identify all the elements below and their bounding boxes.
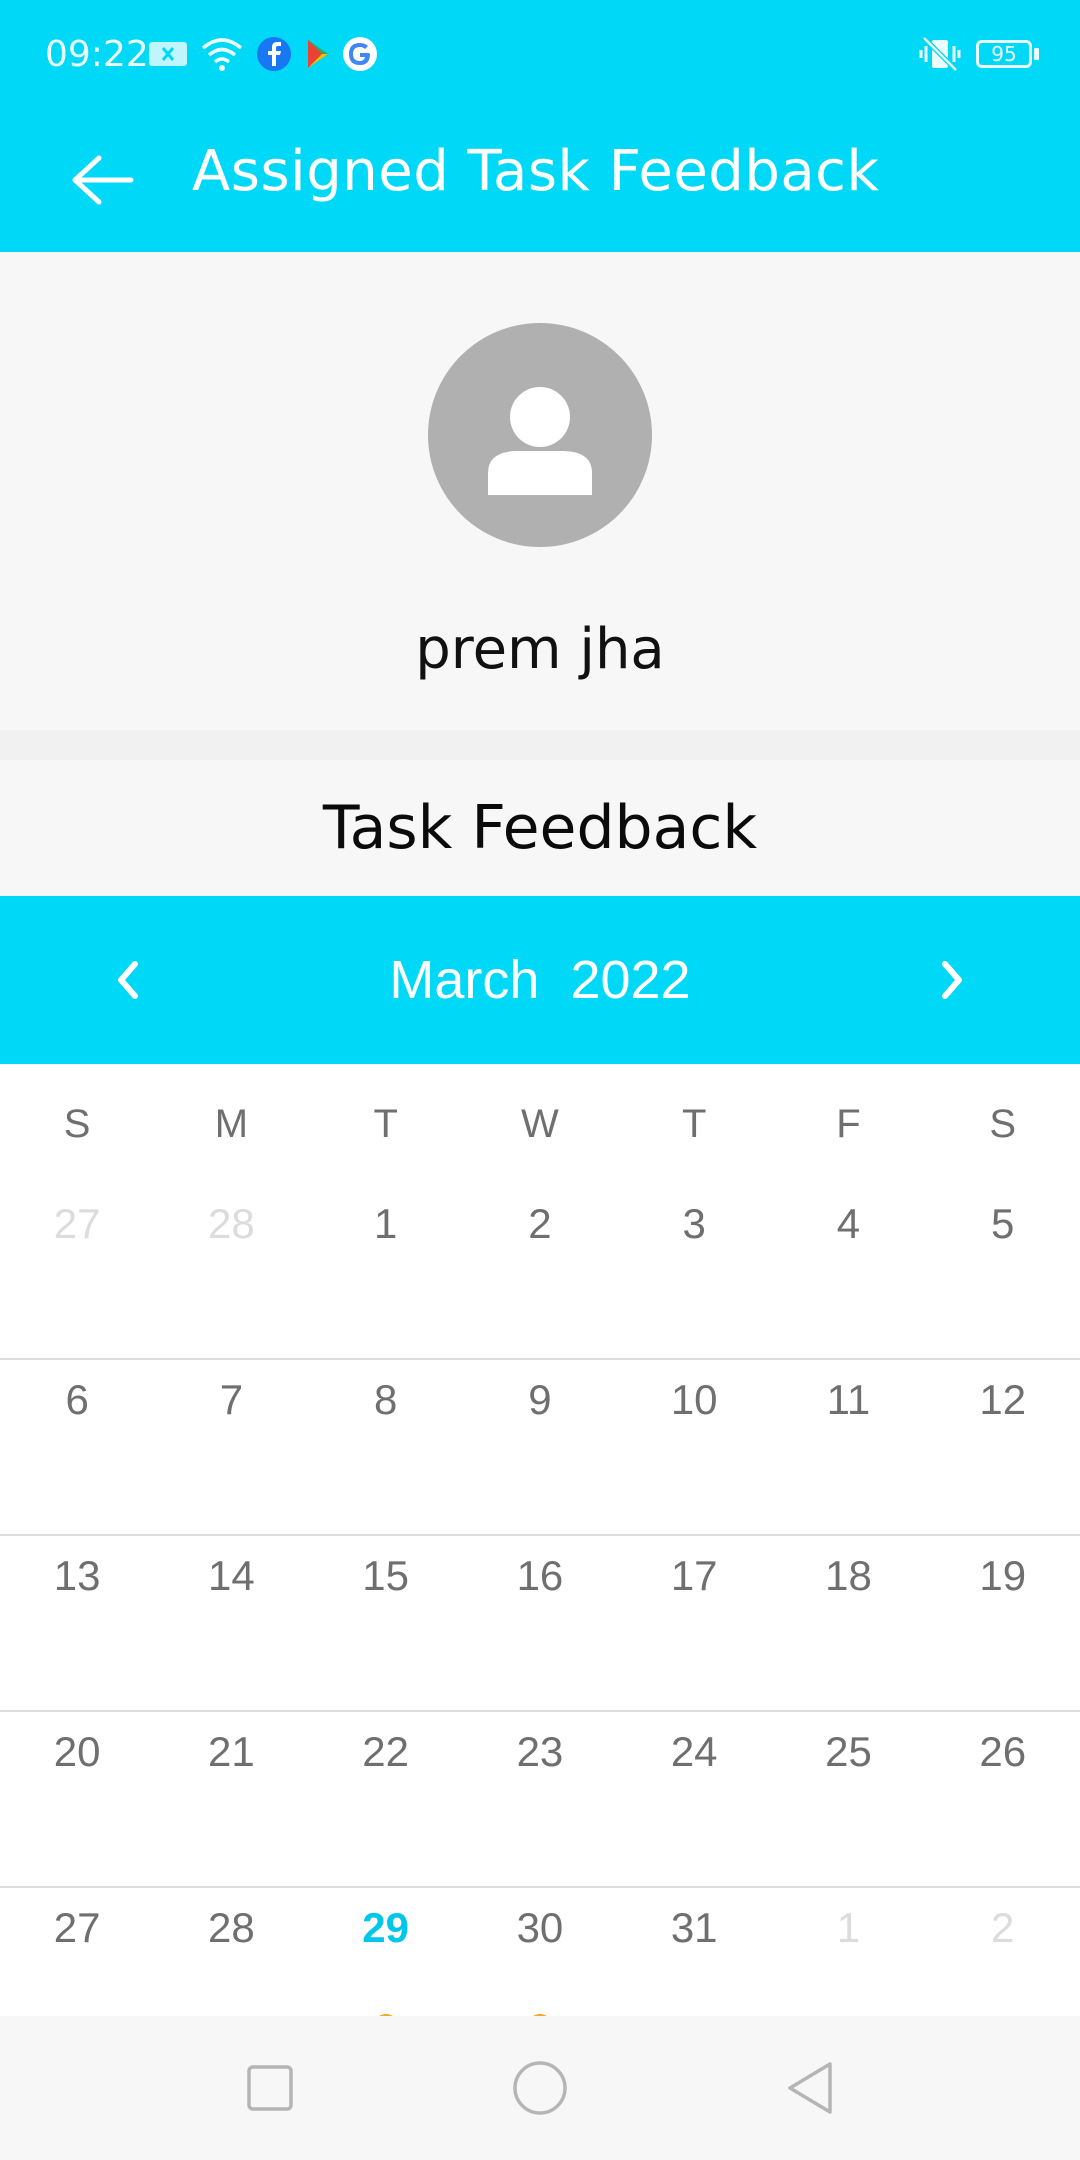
profile-card: prem jha xyxy=(0,252,1080,730)
battery-icon: 95 xyxy=(976,40,1032,68)
facebook-icon xyxy=(257,37,291,71)
avatar xyxy=(428,323,652,547)
weekday-mon: M xyxy=(214,1102,249,1146)
system-back-button[interactable] xyxy=(770,2048,850,2128)
calendar-day[interactable]: 20 xyxy=(0,1712,154,1886)
calendar-day[interactable]: 11 xyxy=(771,1360,925,1534)
calendar-day-number: 30 xyxy=(516,1904,564,1951)
calendar-header: March 2022 xyxy=(0,896,1080,1064)
calendar-month: March xyxy=(389,950,540,1010)
calendar-day[interactable]: 28 xyxy=(154,1888,308,2016)
weekday-fri: F xyxy=(836,1102,861,1146)
calendar-day[interactable]: 26 xyxy=(926,1712,1080,1886)
calendar-day-selected[interactable]: 29 xyxy=(309,1888,463,2016)
calendar-day[interactable]: 23 xyxy=(463,1712,617,1886)
calendar-day-number: 29 xyxy=(362,1904,410,1951)
calendar-day[interactable]: 25 xyxy=(771,1712,925,1886)
calendar-day[interactable]: 14 xyxy=(154,1536,308,1710)
profile-name: prem jha xyxy=(415,617,665,682)
calendar-day[interactable]: 21 xyxy=(154,1712,308,1886)
battery-level: 95 xyxy=(991,42,1017,66)
home-icon xyxy=(513,2061,567,2115)
page-title: Assigned Task Feedback xyxy=(192,139,880,204)
app-screen: 09:22 95 Assigned Task Feedback prem jha… xyxy=(0,0,1080,2160)
calendar-day[interactable]: 27 xyxy=(0,1184,154,1358)
calendar-year: 2022 xyxy=(570,950,691,1010)
weekday-tue: T xyxy=(373,1102,398,1146)
chevron-left-icon xyxy=(118,961,138,999)
calendar-day[interactable]: 7 xyxy=(154,1360,308,1534)
calendar-day[interactable]: 6 xyxy=(0,1360,154,1534)
calendar-week-5: 27 28 29 30 31 1 2 xyxy=(0,1888,1080,2016)
weekday-sat: S xyxy=(989,1102,1017,1146)
next-month-button[interactable] xyxy=(912,940,992,1020)
notification-x-icon xyxy=(149,42,187,66)
calendar-week-2: 6 7 8 9 10 11 12 xyxy=(0,1360,1080,1536)
calendar-week-3: 13 14 15 16 17 18 19 xyxy=(0,1536,1080,1712)
system-nav-bar xyxy=(0,2016,1080,2160)
weekday-row: S M T W T F S xyxy=(0,1064,1080,1184)
weekday-sun: S xyxy=(63,1102,91,1146)
app-bar: Assigned Task Feedback xyxy=(0,108,1080,252)
status-time: 09:22 xyxy=(45,34,149,75)
recent-apps-icon xyxy=(247,2065,293,2111)
calendar-day[interactable]: 3 xyxy=(617,1184,771,1358)
calendar-day[interactable]: 2 xyxy=(463,1184,617,1358)
vibrate-icon xyxy=(919,36,961,72)
weekday-wed: W xyxy=(521,1102,559,1146)
person-icon xyxy=(488,387,592,495)
calendar-day[interactable]: 22 xyxy=(309,1712,463,1886)
arrow-left-icon xyxy=(72,155,134,205)
status-bar: 09:22 95 xyxy=(0,0,1080,108)
recent-apps-button[interactable] xyxy=(230,2048,310,2128)
calendar-day[interactable]: 9 xyxy=(463,1360,617,1534)
chevron-right-icon xyxy=(942,961,962,999)
calendar-day[interactable]: 18 xyxy=(771,1536,925,1710)
calendar-day[interactable]: 13 xyxy=(0,1536,154,1710)
calendar-day[interactable]: 1 xyxy=(771,1888,925,2016)
section-divider xyxy=(0,730,1080,760)
google-icon xyxy=(343,37,377,71)
calendar-grid: S M T W T F S 27 28 1 2 3 4 5 6 7 8 9 10… xyxy=(0,1064,1080,2016)
calendar-day[interactable]: 28 xyxy=(154,1184,308,1358)
calendar-day[interactable]: 17 xyxy=(617,1536,771,1710)
back-triangle-icon xyxy=(788,2062,832,2114)
weekday-thu: T xyxy=(681,1102,707,1146)
previous-month-button[interactable] xyxy=(88,940,168,1020)
calendar-day[interactable]: 4 xyxy=(771,1184,925,1358)
home-button[interactable] xyxy=(500,2048,580,2128)
calendar-day[interactable]: 30 xyxy=(463,1888,617,2016)
calendar-day[interactable]: 27 xyxy=(0,1888,154,2016)
calendar-day[interactable]: 1 xyxy=(309,1184,463,1358)
calendar-day[interactable]: 16 xyxy=(463,1536,617,1710)
calendar-day[interactable]: 12 xyxy=(926,1360,1080,1534)
calendar-day[interactable]: 10 xyxy=(617,1360,771,1534)
calendar-day[interactable]: 19 xyxy=(926,1536,1080,1710)
calendar-day[interactable]: 2 xyxy=(926,1888,1080,2016)
section-title: Task Feedback xyxy=(322,793,758,863)
calendar-day[interactable]: 5 xyxy=(926,1184,1080,1358)
battery-tip xyxy=(1034,48,1039,60)
calendar-week-1: 27 28 1 2 3 4 5 xyxy=(0,1184,1080,1360)
wifi-icon xyxy=(201,38,243,71)
calendar-week-4: 20 21 22 23 24 25 26 xyxy=(0,1712,1080,1888)
calendar-day[interactable]: 8 xyxy=(309,1360,463,1534)
calendar-day[interactable]: 31 xyxy=(617,1888,771,2016)
task-feedback-header: Task Feedback xyxy=(0,760,1080,896)
calendar-day[interactable]: 24 xyxy=(617,1712,771,1886)
play-store-icon xyxy=(308,40,328,68)
calendar-day[interactable]: 15 xyxy=(309,1536,463,1710)
back-button[interactable] xyxy=(50,136,154,224)
